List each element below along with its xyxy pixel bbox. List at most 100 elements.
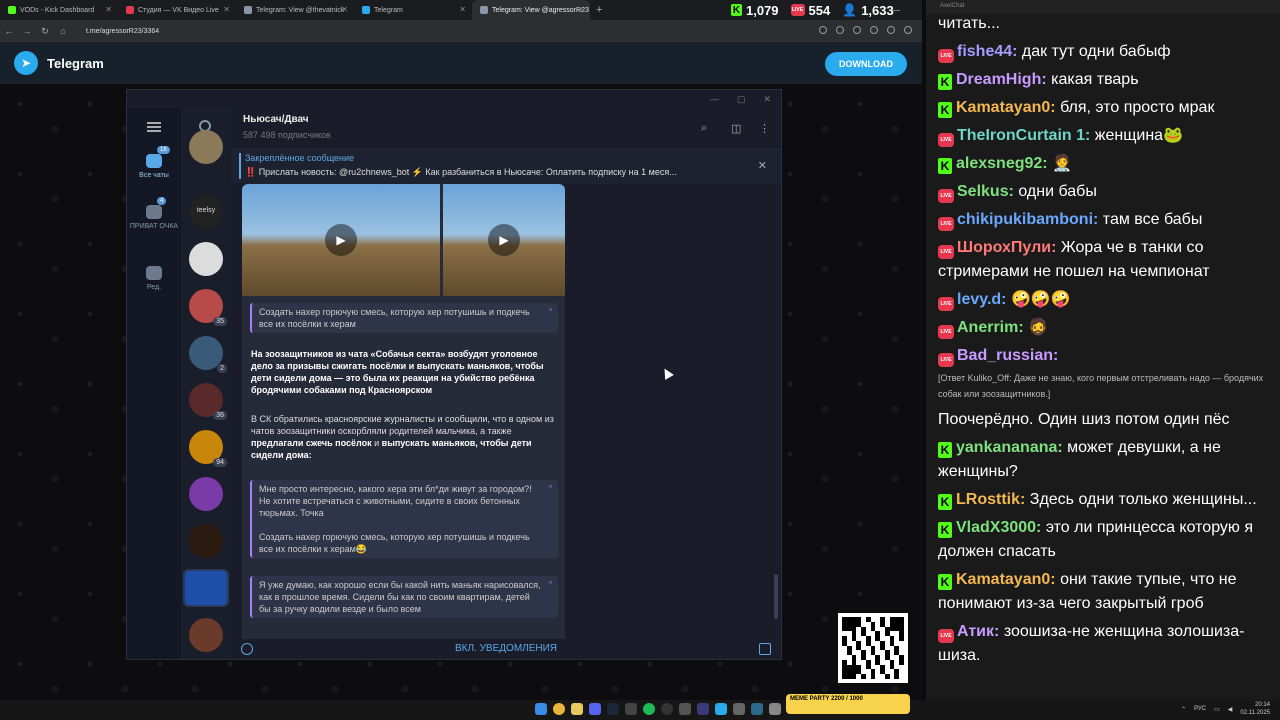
chat-username[interactable]: fishe44: bbox=[957, 43, 1017, 60]
minimize-icon[interactable]: — bbox=[890, 5, 900, 16]
spotify-icon[interactable] bbox=[643, 703, 655, 715]
video-thumbnail[interactable]: ▶ bbox=[443, 184, 565, 296]
new-tab-button[interactable]: + bbox=[590, 4, 608, 16]
gift-icon[interactable] bbox=[759, 643, 771, 655]
chat-username[interactable]: Атик: bbox=[957, 623, 999, 640]
close-tab-icon[interactable]: ✕ bbox=[223, 5, 230, 14]
close-tab-icon[interactable]: ✕ bbox=[341, 5, 348, 14]
chrome-icon[interactable] bbox=[553, 703, 565, 715]
enable-notifications-button[interactable]: ВКЛ. УВЕДОМЛЕНИЯ bbox=[231, 643, 781, 654]
start-icon[interactable] bbox=[535, 703, 547, 715]
qr-cell bbox=[899, 674, 904, 679]
tab-telegram-agressor[interactable]: Telegram: View @agressorR23 ✕ bbox=[472, 0, 590, 20]
search-icon[interactable]: ⌕ bbox=[701, 122, 713, 134]
app-icon[interactable] bbox=[679, 703, 691, 715]
chat-avatar[interactable] bbox=[189, 618, 223, 652]
close-icon[interactable]: ✕ bbox=[763, 94, 771, 105]
sidebar-toggle-icon[interactable]: ◫ bbox=[731, 122, 743, 135]
kick-badge-icon: K bbox=[938, 494, 952, 510]
close-tab-icon[interactable]: ✕ bbox=[459, 5, 466, 14]
chat-username[interactable]: alexsneg92: bbox=[956, 155, 1048, 172]
video-thumbnail[interactable]: ▶ bbox=[242, 184, 440, 296]
tab-kick-dashboard[interactable]: VODs - Kick Dashboard ✕ bbox=[0, 0, 118, 20]
tab-vk-studio[interactable]: Студия — VK Видео Live ✕ bbox=[118, 0, 236, 20]
app-icon[interactable] bbox=[751, 703, 763, 715]
discord-icon[interactable] bbox=[589, 703, 601, 715]
close-tab-icon[interactable]: ✕ bbox=[577, 5, 584, 14]
telegram-web-header: ➤ Telegram DOWNLOAD bbox=[0, 42, 922, 84]
folder-edit[interactable]: Ред. bbox=[127, 266, 181, 291]
chat-avatar[interactable]: 2 bbox=[189, 336, 227, 373]
pinned-message[interactable]: Закреплённое сообщение ‼️ Прислать новос… bbox=[231, 148, 781, 184]
obs-icon[interactable] bbox=[661, 703, 673, 715]
chat-username[interactable]: Selkus: bbox=[957, 183, 1014, 200]
clock[interactable]: 20:14 02.11.2025 bbox=[1240, 701, 1270, 717]
chat-avatar[interactable]: teelsy bbox=[189, 195, 223, 229]
more-options-icon[interactable]: ⋮ bbox=[759, 122, 771, 135]
chat-avatar[interactable] bbox=[189, 477, 223, 511]
chat-title[interactable]: Ньюсач/Двач bbox=[243, 114, 309, 125]
reload-icon[interactable]: ↻ bbox=[36, 26, 54, 37]
keyboard-language[interactable]: РУС bbox=[1194, 706, 1206, 712]
chat-username[interactable]: chikipukibamboni: bbox=[957, 211, 1098, 228]
search-icon[interactable] bbox=[819, 26, 827, 34]
meme-party-label: MEME PARTY bbox=[790, 696, 830, 702]
volume-icon[interactable]: ◀ bbox=[1228, 706, 1233, 713]
app-icon[interactable] bbox=[697, 703, 709, 715]
chat-avatar[interactable] bbox=[183, 569, 229, 607]
hamburger-menu-icon[interactable] bbox=[147, 122, 161, 132]
profile-icon[interactable] bbox=[887, 26, 895, 34]
download-button[interactable]: DOWNLOAD bbox=[825, 52, 907, 76]
chat-message: Kalexsneg92: 🧑‍⚕️ bbox=[926, 150, 1280, 178]
chat-username[interactable]: DreamHigh: bbox=[956, 71, 1047, 88]
chat-avatar[interactable] bbox=[189, 524, 223, 558]
chat-username[interactable]: levy.d: bbox=[957, 291, 1007, 308]
vk-favicon-icon bbox=[126, 6, 134, 14]
play-icon[interactable]: ▶ bbox=[488, 224, 520, 256]
folder-private[interactable]: 4 ПРИВАТ ОЧКА bbox=[127, 197, 181, 230]
network-icon[interactable]: ▭ bbox=[1214, 706, 1220, 713]
kick-badge-icon: K bbox=[938, 442, 952, 458]
menu-icon[interactable] bbox=[904, 26, 912, 34]
folder-label: Все чаты bbox=[139, 172, 169, 179]
forward-icon[interactable]: → bbox=[18, 26, 36, 36]
pinned-text: ‼️ Прислать новость: @ru2chnews_bot ⚡ Ка… bbox=[245, 167, 677, 177]
tab-telegram-thevatnick[interactable]: Telegram: View @thevatnick ✕ bbox=[236, 0, 354, 20]
chat-avatar[interactable]: 94 bbox=[189, 430, 227, 467]
url-field[interactable]: t.me/agressorR23/3364 bbox=[86, 28, 159, 35]
chevron-up-icon[interactable]: ⌃ bbox=[1181, 706, 1186, 713]
close-tab-icon[interactable]: ✕ bbox=[105, 5, 112, 14]
chat-avatar[interactable] bbox=[189, 242, 223, 276]
chat-avatar[interactable] bbox=[189, 130, 223, 164]
chat-avatar[interactable]: 36 bbox=[189, 383, 227, 420]
minimize-icon[interactable]: — bbox=[710, 94, 719, 104]
play-icon[interactable]: ▶ bbox=[325, 224, 357, 256]
app-icon[interactable] bbox=[769, 703, 781, 715]
star-icon[interactable] bbox=[836, 26, 844, 34]
chat-avatar[interactable]: 35 bbox=[189, 289, 227, 326]
maximize-icon[interactable]: ▢ bbox=[737, 94, 746, 105]
steam-icon[interactable] bbox=[607, 703, 619, 715]
chat-username[interactable]: LRosttik: bbox=[956, 491, 1025, 508]
chat-username[interactable]: TheIronCurtain 1: bbox=[957, 127, 1090, 144]
chat-username[interactable]: yankananana: bbox=[956, 439, 1063, 456]
chat-username[interactable]: Anerrim: bbox=[957, 319, 1024, 336]
chat-username[interactable]: Kamatayan0: bbox=[956, 99, 1056, 116]
chat-username[interactable]: VladX3000: bbox=[956, 519, 1041, 536]
chat-username[interactable]: ШорохПули: bbox=[957, 239, 1056, 256]
explorer-icon[interactable] bbox=[571, 703, 583, 715]
app-icon[interactable] bbox=[625, 703, 637, 715]
download-icon[interactable] bbox=[870, 26, 878, 34]
home-icon[interactable]: ⌂ bbox=[54, 26, 72, 36]
chat-username[interactable]: Bad_russian: bbox=[957, 347, 1058, 364]
app-icon[interactable] bbox=[733, 703, 745, 715]
extension-icon[interactable] bbox=[853, 26, 861, 34]
telegram-icon[interactable] bbox=[715, 703, 727, 715]
unread-badge: 94 bbox=[213, 458, 227, 467]
close-icon[interactable]: ✕ bbox=[758, 159, 767, 172]
back-icon[interactable]: ← bbox=[0, 26, 18, 36]
folder-all-chats[interactable]: 18 Все чаты bbox=[127, 146, 181, 179]
chat-username[interactable]: Kamatayan0: bbox=[956, 571, 1056, 588]
scrollbar[interactable] bbox=[774, 574, 778, 619]
tab-telegram[interactable]: Telegram ✕ bbox=[354, 0, 472, 20]
